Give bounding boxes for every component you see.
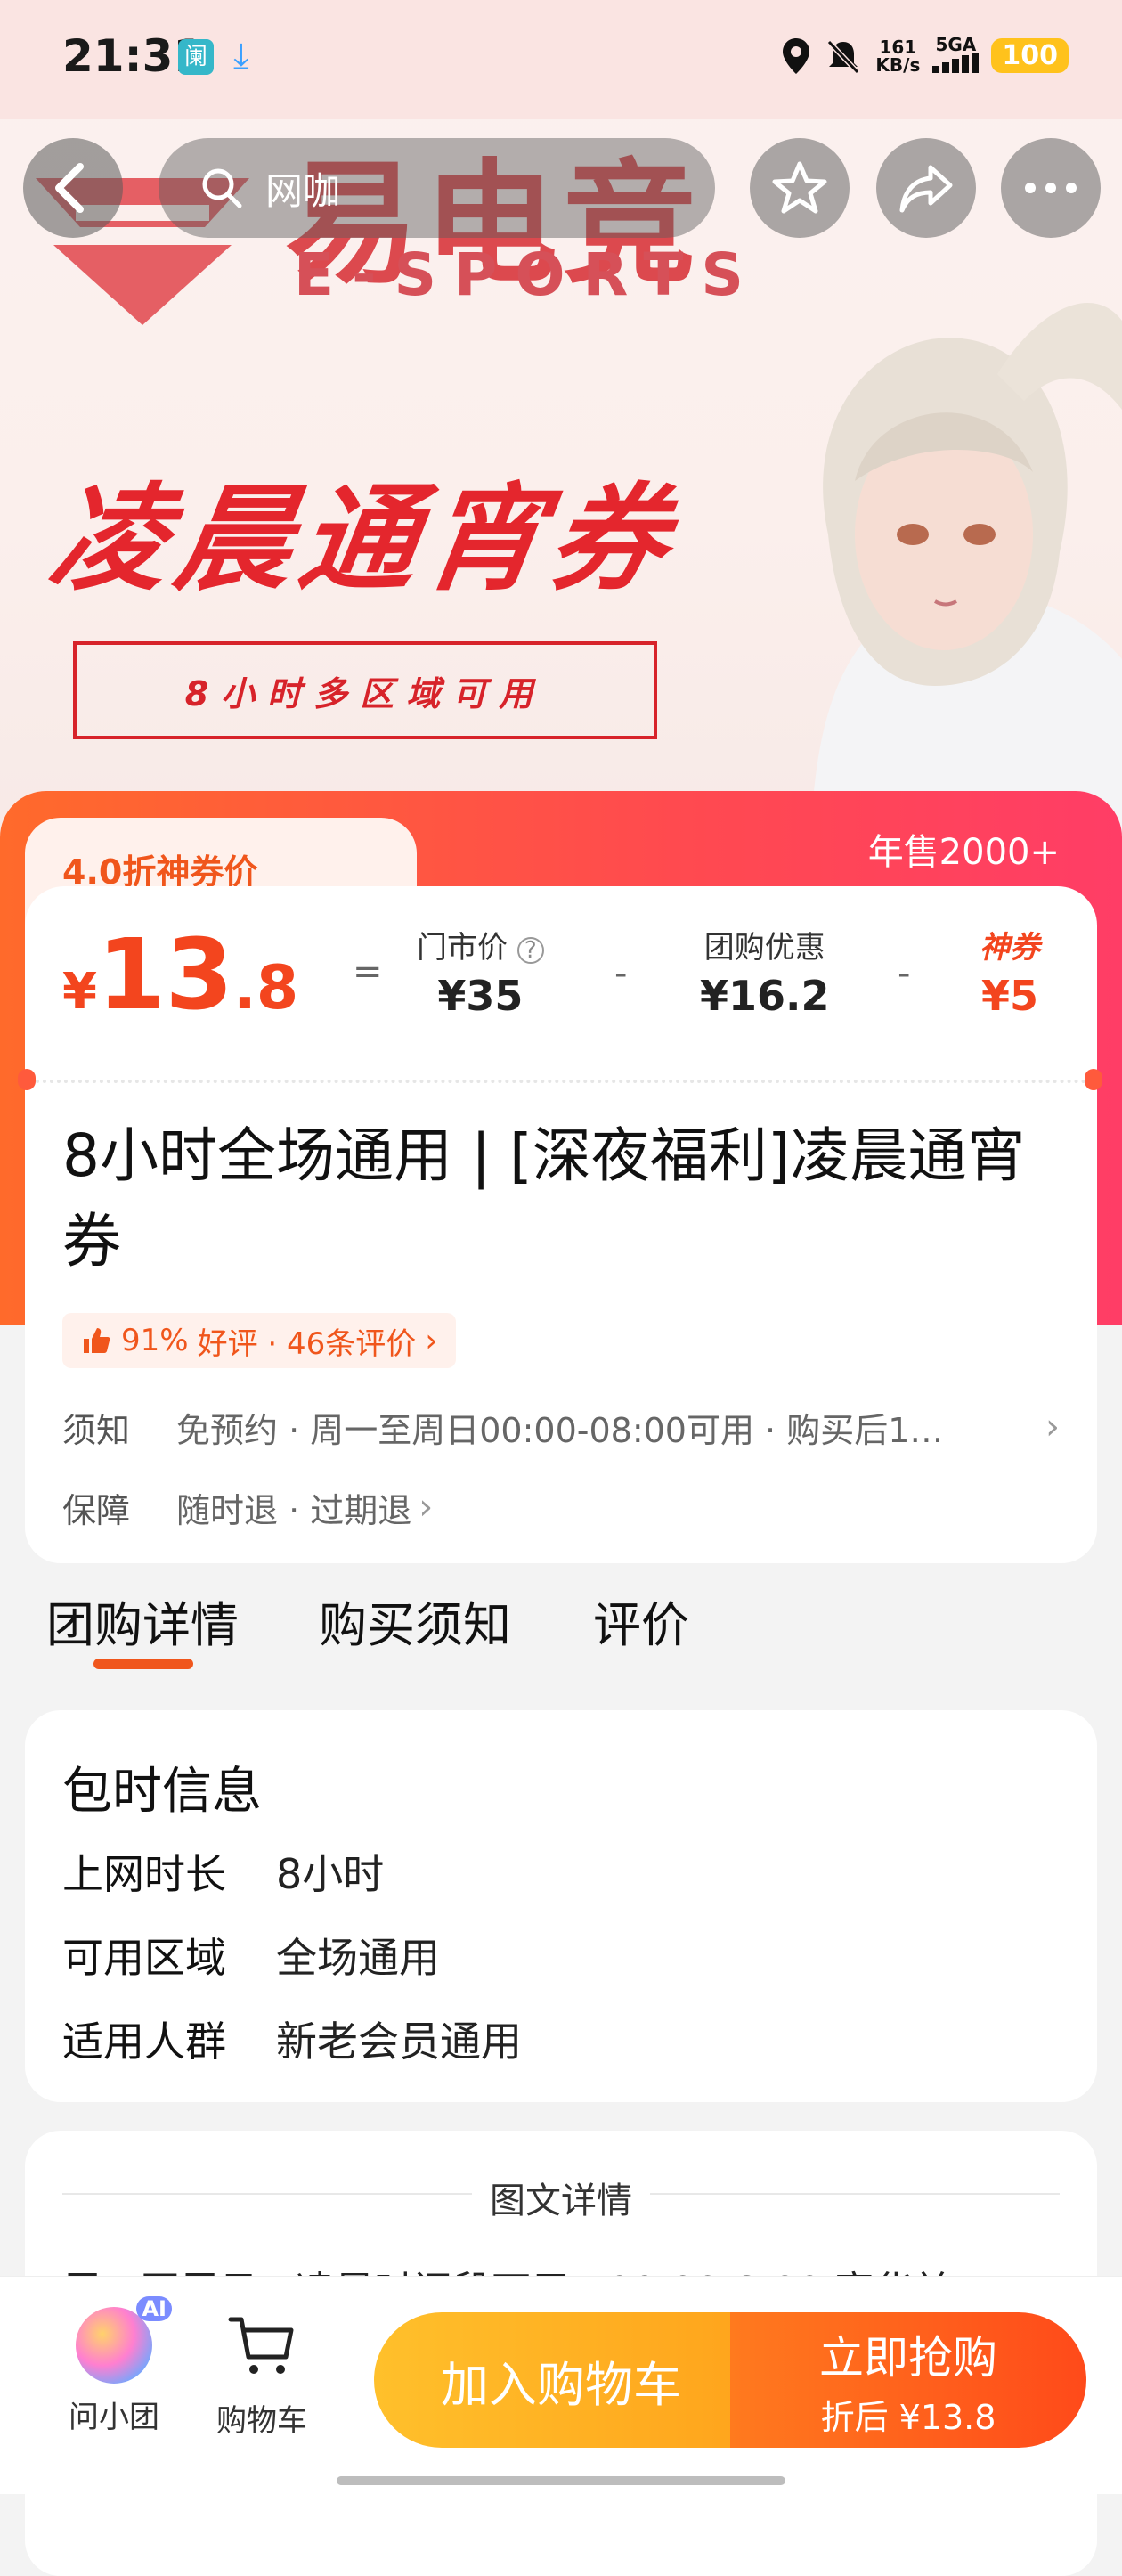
net-speed: 161 KB/s <box>875 38 920 74</box>
package-row-key: 上网时长 <box>62 1850 226 1898</box>
buy-now-price: 折后 ¥13.8 <box>820 2397 996 2437</box>
price-decimal: .8 <box>233 953 299 1023</box>
store-price-value: ¥35 <box>437 972 524 1020</box>
more-button[interactable] <box>1001 138 1101 238</box>
active-tab-indicator <box>94 1659 193 1669</box>
group-discount: 团购优惠 ¥16.2 <box>700 923 830 1020</box>
anime-girl-illustration <box>810 303 1122 873</box>
tab-group-details[interactable]: 团购详情 <box>46 1586 239 1656</box>
signal-indicator: 5GA <box>932 34 980 76</box>
coupon: 神券 ¥5 <box>980 923 1040 1020</box>
ai-badge: AI <box>136 2296 172 2321</box>
store-price-label: 门市价 <box>417 930 508 966</box>
promo-box: 8小时多区域可用 <box>73 641 657 739</box>
add-to-cart-label: 加入购物车 <box>441 2356 681 2413</box>
minus-sign-1: - <box>614 953 628 994</box>
package-row: 上网时长 8小时 <box>62 1842 384 1901</box>
card-notch-right <box>1085 1069 1102 1090</box>
cart-button[interactable]: 购物车 <box>191 2307 333 2440</box>
product-title: 8小时全场通用 | [深夜福利]凌晨通宵券 <box>62 1121 1026 1276</box>
package-row-value: 全场通用 <box>276 1934 440 1982</box>
buy-now-button[interactable]: 立即抢购 折后 ¥13.8 <box>730 2312 1086 2448</box>
shopping-cart-icon <box>228 2317 294 2374</box>
package-row-key: 可用区域 <box>62 1934 226 1982</box>
net-speed-unit: KB/s <box>875 53 921 76</box>
notice-row[interactable]: 须知 免预约 · 周一至周日00:00-08:00可用 · 购买后1… › <box>62 1400 1060 1454</box>
home-indicator[interactable] <box>337 2476 785 2485</box>
package-row-key: 适用人群 <box>62 2018 226 2066</box>
share-button[interactable] <box>876 138 976 238</box>
status-right-group: 161 KB/s 5GA 100 <box>781 36 1069 76</box>
back-arrow-icon <box>55 163 84 213</box>
ai-assistant-label: 问小团 <box>69 2400 159 2435</box>
cart-label: 购物车 <box>216 2403 307 2439</box>
price-integer: 13 <box>96 917 234 1031</box>
mute-bell-icon <box>827 39 860 74</box>
buy-now-label: 立即抢购 <box>819 2331 997 2384</box>
package-row-value: 新老会员通用 <box>276 2018 522 2066</box>
group-discount-value: ¥16.2 <box>700 972 830 1020</box>
add-to-cart-button[interactable]: 加入购物车 <box>374 2312 748 2448</box>
search-icon <box>202 168 242 208</box>
final-price: ¥13.8 <box>62 917 298 1031</box>
package-row-value: 8小时 <box>276 1850 385 1898</box>
net-speed-value: 161 <box>879 36 917 58</box>
rating-percent: 91% <box>121 1323 189 1358</box>
chevron-right-icon: › <box>1045 1406 1060 1447</box>
search-text: 网咖 <box>265 168 341 213</box>
coupon-label: 神券 <box>980 930 1040 966</box>
info-icon[interactable]: ? <box>516 937 544 964</box>
minus-sign-2: - <box>898 953 911 994</box>
star-icon <box>772 161 827 214</box>
package-title: 包时信息 <box>62 1763 262 1821</box>
app-notification-icon: 阑 <box>178 39 214 75</box>
annual-sales: 年售2000+ <box>867 832 1060 873</box>
logo-subtext: E-SPORTS <box>294 240 761 309</box>
share-icon <box>899 165 953 213</box>
thumbs-up-icon <box>84 1328 110 1353</box>
card-divider <box>36 1080 1086 1083</box>
card-notch-left <box>18 1069 36 1090</box>
battery-indicator: 100 <box>991 38 1069 73</box>
ai-assistant-icon: AI <box>76 2296 172 2384</box>
notice-value: 免预约 · 周一至周日00:00-08:00可用 · 购买后1… <box>176 1410 944 1450</box>
coupon-value: ¥5 <box>980 972 1038 1020</box>
equals-sign: = <box>353 951 383 992</box>
rating-text: 好评 · 46条评价 <box>197 1325 417 1362</box>
guarantee-key: 保障 <box>62 1490 131 1530</box>
more-dots-icon <box>1025 183 1077 193</box>
package-row: 适用人群 新老会员通用 <box>62 2009 522 2068</box>
hero-banner: 易电竞 E-SPORTS 凌晨通宵券 8小时多区域可用 <box>0 0 1122 873</box>
rating-badge[interactable]: 91% 好评 · 46条评价 › <box>62 1313 456 1368</box>
notice-key: 须知 <box>62 1410 131 1450</box>
ai-assistant-button[interactable]: AI 问小团 <box>43 2296 185 2436</box>
chevron-right-icon: › <box>425 1322 438 1359</box>
favorite-button[interactable] <box>750 138 850 238</box>
group-discount-label: 团购优惠 <box>703 930 825 966</box>
detail-title: 图文详情 <box>490 2181 632 2221</box>
back-button[interactable] <box>23 138 123 238</box>
network-type: 5GA <box>935 34 977 55</box>
promo-subtitle: 8小时多区域可用 <box>184 673 546 713</box>
guarantee-row[interactable]: 保障 随时退 · 过期退 › <box>62 1480 433 1534</box>
package-row: 可用区域 全场通用 <box>62 1926 440 1985</box>
signal-icon <box>932 53 980 73</box>
guarantee-value: 随时退 · 过期退 <box>176 1490 412 1530</box>
search-bar[interactable]: 网咖 <box>159 138 715 238</box>
location-icon <box>783 37 810 74</box>
currency-symbol: ¥ <box>62 963 97 1021</box>
promo-title: 凌晨通宵券 <box>42 471 686 607</box>
tab-purchase-notes[interactable]: 购买须知 <box>319 1586 511 1656</box>
store-price: 门市价 ? ¥35 <box>417 923 544 1020</box>
download-icon: ⤓ <box>233 36 249 77</box>
chevron-right-icon: › <box>419 1487 434 1528</box>
tab-reviews[interactable]: 评价 <box>593 1586 689 1656</box>
